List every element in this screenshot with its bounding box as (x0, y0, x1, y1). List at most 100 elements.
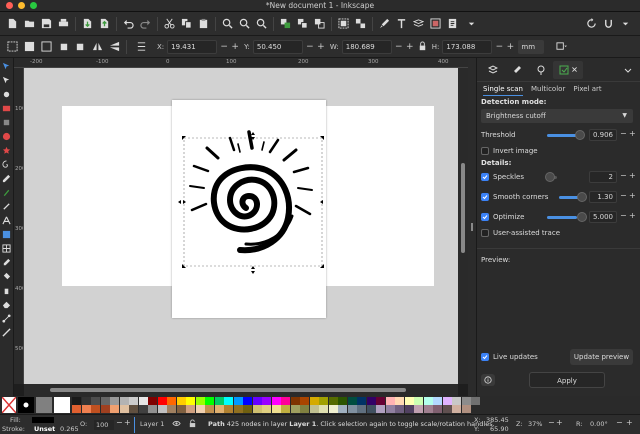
color-swatch[interactable] (129, 405, 138, 413)
optimize-slider-knob[interactable] (577, 212, 587, 222)
smooth-corners-slider-knob[interactable] (577, 192, 587, 202)
group-button[interactable] (335, 15, 352, 32)
dock-tab-trace-bitmap[interactable] (553, 60, 583, 79)
color-swatch[interactable] (243, 397, 252, 405)
color-swatch[interactable] (452, 405, 461, 413)
color-swatch[interactable] (319, 405, 328, 413)
rotation-increment[interactable]: + (626, 418, 633, 427)
color-swatch[interactable] (119, 397, 129, 405)
color-swatch[interactable] (461, 405, 471, 413)
invert-image-checkbox[interactable] (481, 147, 489, 155)
color-swatch[interactable] (262, 397, 271, 405)
smooth-corners-decrement[interactable]: − (620, 191, 627, 200)
flip-vertical-button[interactable] (106, 38, 123, 55)
color-swatch[interactable] (129, 397, 138, 405)
h-decrement[interactable]: − (495, 42, 504, 52)
node-tool[interactable] (1, 74, 12, 86)
dock-divider[interactable] (468, 58, 476, 396)
paste-button[interactable] (195, 15, 212, 32)
color-swatch[interactable] (157, 405, 167, 413)
paint-bucket-tool[interactable] (1, 270, 12, 282)
spray-tool[interactable] (1, 284, 12, 296)
star-tool[interactable] (1, 144, 12, 156)
horizontal-scroll-thumb[interactable] (50, 388, 406, 392)
threshold-input[interactable]: 0.906 (589, 129, 617, 141)
save-button[interactable] (38, 15, 55, 32)
optimize-slider-track[interactable] (547, 216, 577, 219)
color-swatch[interactable] (214, 405, 224, 413)
color-swatch[interactable] (81, 405, 91, 413)
color-swatch[interactable] (385, 397, 395, 405)
color-swatch[interactable] (214, 397, 224, 405)
selector-tool[interactable] (1, 60, 12, 72)
color-swatch[interactable] (338, 405, 347, 413)
color-swatch[interactable] (91, 397, 100, 405)
smooth-corners-slider-track[interactable] (559, 196, 579, 199)
opacity-increment[interactable]: + (124, 418, 131, 427)
color-swatch[interactable] (186, 405, 195, 413)
speckles-decrement[interactable]: − (620, 171, 627, 180)
color-swatch[interactable] (471, 397, 480, 405)
color-swatch[interactable] (423, 405, 433, 413)
color-swatch[interactable] (442, 397, 452, 405)
y-increment[interactable]: + (317, 42, 325, 52)
help-button[interactable] (481, 374, 495, 386)
stroke-width[interactable]: 0.265 (60, 425, 79, 433)
color-swatch[interactable] (357, 405, 366, 413)
rotate-button[interactable] (583, 15, 600, 32)
spiral-tool[interactable] (1, 158, 12, 170)
rotate-cw-button[interactable] (72, 38, 89, 55)
color-swatch[interactable] (385, 405, 395, 413)
color-swatch[interactable] (414, 397, 423, 405)
align-menu-button[interactable] (130, 38, 152, 55)
tab-multicolor[interactable]: Multicolor (531, 85, 565, 96)
optimize-decrement[interactable]: − (620, 211, 627, 220)
threshold-increment[interactable]: + (629, 129, 636, 138)
current-layer[interactable]: Layer 1 (140, 420, 164, 428)
unlink-clone-button[interactable] (311, 15, 328, 32)
gradient-tool[interactable] (1, 228, 12, 240)
import-button[interactable] (79, 15, 96, 32)
color-swatch[interactable] (72, 397, 81, 405)
lock-icon[interactable] (188, 419, 197, 428)
color-swatch[interactable] (252, 405, 262, 413)
x-input[interactable]: 19.431 (167, 39, 218, 54)
color-swatch[interactable] (366, 397, 376, 405)
color-swatch[interactable] (347, 405, 357, 413)
color-swatch[interactable] (110, 397, 119, 405)
connector-tool[interactable] (1, 312, 12, 324)
rotation-decrement[interactable]: − (616, 418, 623, 427)
color-swatch[interactable] (395, 405, 404, 413)
color-swatch[interactable] (224, 397, 233, 405)
color-swatch[interactable] (328, 405, 338, 413)
zoom-input[interactable]: 37% (528, 420, 542, 428)
optimize-checkbox[interactable] (481, 213, 489, 221)
pencil-tool[interactable] (1, 172, 12, 184)
open-button[interactable] (21, 15, 38, 32)
x-decrement[interactable]: − (220, 42, 228, 52)
smooth-corners-increment[interactable]: + (629, 191, 636, 200)
redo-button[interactable] (137, 15, 154, 32)
color-swatch[interactable] (366, 405, 376, 413)
color-swatch[interactable] (176, 397, 186, 405)
tweak-tool[interactable] (1, 88, 12, 100)
x-increment[interactable]: + (231, 42, 239, 52)
color-swatch[interactable] (100, 405, 110, 413)
speckles-slider-knob[interactable] (545, 172, 555, 182)
color-swatch[interactable] (376, 397, 385, 405)
color-swatch[interactable] (271, 405, 281, 413)
drawing-canvas[interactable] (24, 68, 458, 384)
color-swatch[interactable] (243, 405, 252, 413)
color-swatch[interactable] (91, 405, 100, 413)
zoom-increment[interactable]: + (556, 418, 563, 427)
dock-tab-fill-stroke[interactable] (505, 61, 529, 79)
zoom-drawing-button[interactable] (236, 15, 253, 32)
rotation-input[interactable]: 0.00° (590, 420, 608, 428)
y-decrement[interactable]: − (306, 42, 314, 52)
print-button[interactable] (55, 15, 72, 32)
color-swatch[interactable] (433, 397, 442, 405)
color-swatch[interactable] (442, 405, 452, 413)
select-all-button[interactable] (4, 38, 21, 55)
vertical-scrollbar[interactable] (458, 68, 468, 384)
zoom-page-button[interactable] (253, 15, 270, 32)
